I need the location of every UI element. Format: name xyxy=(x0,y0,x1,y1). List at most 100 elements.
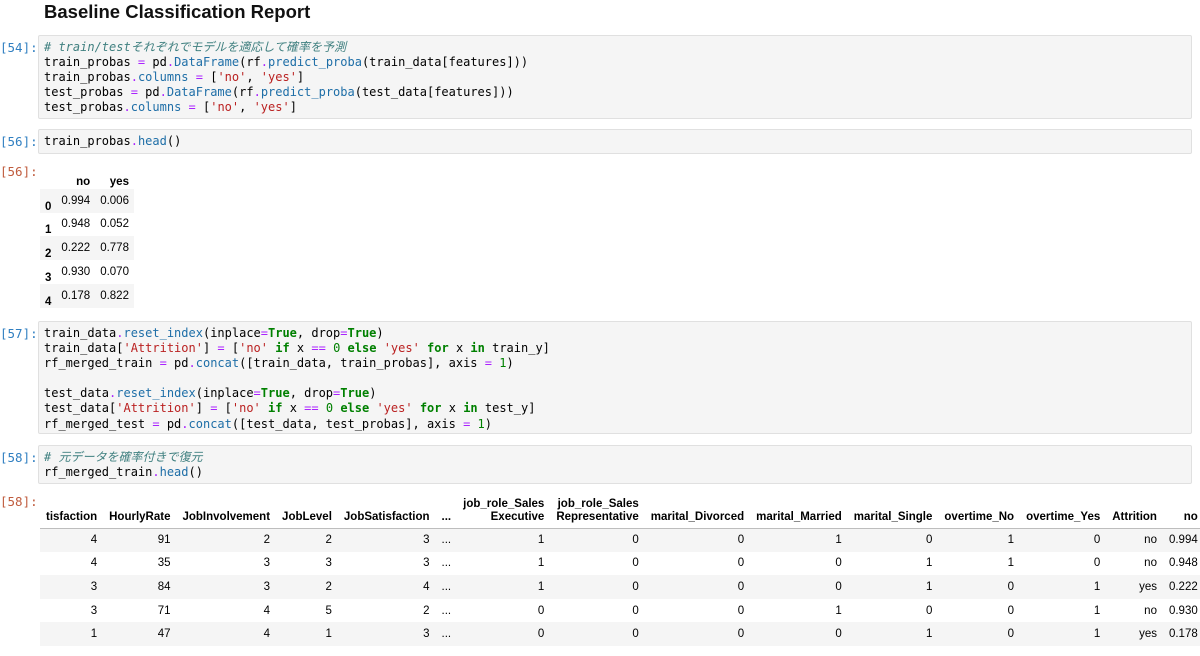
table-cell: 1 xyxy=(926,580,933,593)
cell-58-out-prompt: [58]: xyxy=(0,494,38,509)
table-cell: 3 xyxy=(423,534,430,547)
table-row: 4 0.178 0.822 xyxy=(40,283,134,308)
table-cell: 0.178 xyxy=(1168,628,1198,641)
table-cell: 0.822 xyxy=(100,289,129,302)
table-cell: 1 xyxy=(325,628,332,641)
table-cell: ... xyxy=(441,534,452,547)
table-cell: 0 xyxy=(1093,557,1101,570)
train-probas-table: no yes 0 0.994 0.006 1 0.948 0.052 2 0.222 0.7… xyxy=(40,164,134,308)
table-cell: 3 xyxy=(423,628,430,641)
table-cell: 0.948 xyxy=(61,218,91,231)
table-header: no xyxy=(1162,492,1200,529)
table-cell: 4 xyxy=(263,628,271,641)
table-cell: 1 xyxy=(537,534,545,547)
table-cell: 1 xyxy=(835,534,842,547)
table-cell: 91 xyxy=(157,534,171,547)
row-index: 1 xyxy=(45,224,52,237)
table-cell: 2 xyxy=(325,580,332,593)
table-cell: ... xyxy=(441,557,452,570)
table-cell: 0 xyxy=(737,604,745,617)
table-cell: 0 xyxy=(1093,534,1101,547)
table-cell: 0 xyxy=(737,580,745,593)
table-cell: 4 xyxy=(423,580,430,593)
row-index: 0 xyxy=(45,200,52,213)
row-index: 4 xyxy=(45,295,52,308)
table-cell: 1 xyxy=(1093,580,1101,593)
table-row: 491223...1001010no0.9940.006 xyxy=(40,528,1200,552)
cell-58-code[interactable]: # 元データを確率付きで復元 rf_merged_train.head() xyxy=(38,445,1192,484)
table-cell: 0.778 xyxy=(100,242,129,255)
table-header: marital_Single xyxy=(847,492,939,529)
table-cell: 1 xyxy=(926,628,933,641)
table-header: job_role_Sales Executive xyxy=(457,492,551,529)
cell-56-prompt: [56]: xyxy=(0,134,38,149)
table-cell: 0 xyxy=(537,628,545,641)
table-cell: no xyxy=(1144,534,1157,547)
report-title: Baseline Classification Report xyxy=(44,1,311,22)
table-cell: 0 xyxy=(632,534,639,547)
table-cell: 0 xyxy=(632,580,639,593)
table-cell: 0 xyxy=(632,628,639,641)
table-row: 2 0.222 0.778 xyxy=(40,236,134,261)
table-cell: 1 xyxy=(1093,628,1101,641)
table-cell: 1 xyxy=(926,557,933,570)
table-cell: 2 xyxy=(423,604,430,617)
table-cell: 3 xyxy=(423,557,430,570)
table-cell: 84 xyxy=(157,580,171,593)
table-cell: 0 xyxy=(835,580,842,593)
row-index: 3 xyxy=(45,271,52,284)
table-cell: ... xyxy=(441,604,452,617)
table-header: ... xyxy=(435,492,458,529)
table-cell: 47 xyxy=(157,628,171,641)
table-cell: 0.178 xyxy=(61,289,91,302)
table-cell: 0 xyxy=(632,604,639,617)
table-cell: 0.222 xyxy=(61,242,91,255)
table-row: 3 0.930 0.070 xyxy=(40,260,134,284)
table-row: 384324...1000101yes0.2220.778 xyxy=(40,575,1200,599)
table-cell: 0.070 xyxy=(100,266,129,279)
cell-54-code[interactable]: # train/testそれぞれでモデルを適応して確率を予測 train_pro… xyxy=(38,35,1192,119)
table-header: overtime_Yes xyxy=(1020,492,1107,529)
table-cell: 4 xyxy=(90,534,98,547)
table-cell: 0 xyxy=(835,628,842,641)
table-cell: ... xyxy=(441,628,452,641)
table-header: tisfaction xyxy=(40,492,104,529)
table-header: Attrition xyxy=(1106,492,1163,529)
table-cell: 35 xyxy=(157,557,171,570)
table-row: 371452...0001001no0.9300.070 xyxy=(40,599,1200,623)
table-cell: 1 xyxy=(537,580,545,593)
table-cell: 0 xyxy=(926,534,933,547)
table-cell: 4 xyxy=(263,604,271,617)
cell-56-code[interactable]: train_probas.head() xyxy=(38,129,1192,154)
table-cell: 4 xyxy=(90,557,98,570)
table-cell: 0 xyxy=(632,557,639,570)
table-cell: 3 xyxy=(263,557,271,570)
cell-54-prompt: [54]: xyxy=(0,40,38,55)
table-cell: 0.006 xyxy=(100,194,129,207)
table-row: 0 0.994 0.006 xyxy=(40,188,134,213)
table-cell: 3 xyxy=(325,557,332,570)
table-cell: 0 xyxy=(537,604,545,617)
table-cell: 1 xyxy=(537,557,545,570)
table-cell: 0 xyxy=(926,604,933,617)
table-cell: 0.994 xyxy=(1168,534,1198,547)
table-cell: 5 xyxy=(325,604,332,617)
cell-57-code[interactable]: train_data.reset_index(inplace=True, dro… xyxy=(38,321,1192,434)
table-header: overtime_No xyxy=(938,492,1021,529)
table-row: 435333...1000110no0.9480.052 xyxy=(40,552,1200,576)
table-cell: ... xyxy=(441,580,452,593)
table-cell: yes xyxy=(1139,580,1157,593)
table-header: no xyxy=(56,164,96,189)
table-cell: 1 xyxy=(1007,557,1015,570)
table-cell: 1 xyxy=(90,628,98,641)
table-row: 147413...0000101yes0.1780.822 xyxy=(40,622,1200,646)
table-header: marital_Divorced xyxy=(644,492,751,529)
table-header: JobSatisfaction xyxy=(337,492,436,529)
table-cell: 0 xyxy=(1007,604,1015,617)
table-cell: 0.222 xyxy=(1168,580,1198,593)
table-cell: 0.052 xyxy=(100,218,129,231)
table-cell: 0.930 xyxy=(1168,604,1198,617)
table-cell: no xyxy=(1144,557,1157,570)
table-cell: 0 xyxy=(835,557,842,570)
table-cell: 1 xyxy=(1007,534,1015,547)
